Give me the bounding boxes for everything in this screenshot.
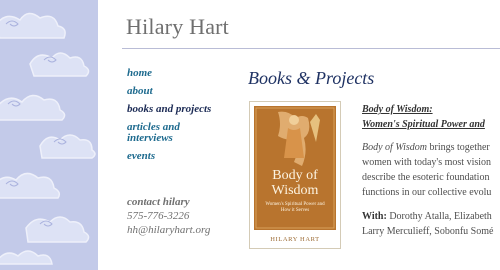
book-description: Body of Wisdom: Women's Spiritual Power … xyxy=(362,102,500,239)
site-title[interactable]: Hilary Hart xyxy=(126,14,229,40)
contributors-names-2: Larry Merculieff, Sobonfu Somé xyxy=(362,226,494,237)
nav-item-articles-and-interviews[interactable]: articles and interviews xyxy=(127,122,227,144)
book-cover-subtitle: Women's Spiritual Power and How it Serve… xyxy=(265,202,325,213)
summary-line-2: women with today's most vision xyxy=(362,157,492,168)
nav-item-about[interactable]: about xyxy=(127,86,227,97)
book-summary: Body of Wisdom brings together women wit… xyxy=(362,140,500,200)
nav-item-home[interactable]: home xyxy=(127,68,227,79)
cloud-pattern-image xyxy=(0,12,96,265)
contributors-line-1: With: Dorothy Atalla, Elizabeth xyxy=(362,209,500,224)
summary-line-1-rest: brings together xyxy=(427,142,490,153)
page-title: Books & Projects xyxy=(248,68,375,88)
contact-block: contact hilary 575-776-3226 hh@hilaryhar… xyxy=(127,195,210,237)
nav-item-books-and-projects[interactable]: books and projects xyxy=(127,104,227,115)
contributors-label: With: xyxy=(362,211,387,222)
book-title-link[interactable]: Body of Wisdom: xyxy=(362,102,500,117)
summary-line-4: functions in our collective evolu xyxy=(362,187,492,198)
book-cover-title: Body of Wisdom xyxy=(271,168,319,198)
contact-phone: 575-776-3226 xyxy=(127,210,190,222)
contact-email[interactable]: hh@hilaryhart.org xyxy=(127,223,210,237)
summary-line-1: Body of Wisdom brings together xyxy=(362,140,500,155)
summary-line-3: describe the esoteric foundation xyxy=(362,172,490,183)
main-nav: home about books and projects articles a… xyxy=(127,68,227,169)
cloud-pattern-sidebar xyxy=(0,0,98,270)
contributors-names-1: Dorothy Atalla, Elizabeth xyxy=(386,211,492,222)
header-divider xyxy=(122,48,500,49)
contributors: With: Dorothy Atalla, Elizabeth Larry Me… xyxy=(362,209,500,239)
book-subtitle-link[interactable]: Women's Spiritual Power and xyxy=(362,117,500,132)
contact-heading: contact hilary xyxy=(127,196,190,208)
nav-item-events[interactable]: events xyxy=(127,151,227,162)
book-cover-author: HILARY HART xyxy=(270,236,320,243)
book-cover-image[interactable]: Body of Wisdom Women's Spiritual Power a… xyxy=(249,101,341,249)
summary-book-name: Body of Wisdom xyxy=(362,142,427,153)
